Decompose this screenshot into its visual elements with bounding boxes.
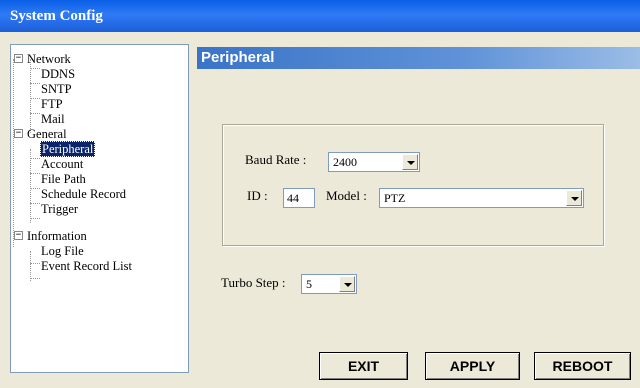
tree-item-account[interactable]: Account	[41, 157, 83, 171]
turbo-step-value: 5	[306, 277, 312, 291]
tree-connector	[30, 68, 40, 69]
tree-connector	[30, 173, 40, 174]
baud-rate-label: Baud Rate :	[245, 152, 307, 167]
tree-item-peripheral[interactable]: Peripheral	[40, 141, 96, 157]
exit-button[interactable]: EXIT	[319, 352, 408, 380]
apply-button[interactable]: APPLY	[425, 352, 520, 380]
tree-connector	[30, 113, 40, 114]
turbo-step-label: Turbo Step :	[221, 275, 286, 290]
tree-item-trigger[interactable]: Trigger	[41, 202, 78, 216]
tree-connector	[30, 263, 40, 264]
tree-item-log-file[interactable]: Log File	[41, 244, 84, 258]
tree-item-general[interactable]: General	[27, 127, 67, 141]
config-tree[interactable]: − Network DDNS SNTP FTP Mail − General P…	[10, 44, 189, 373]
title-bar[interactable]: System Config	[0, 0, 640, 32]
tree-item-schedule-record[interactable]: Schedule Record	[41, 187, 126, 201]
id-field[interactable]: 44	[283, 188, 315, 208]
reboot-button[interactable]: REBOOT	[534, 352, 631, 380]
chevron-down-icon[interactable]	[339, 276, 355, 292]
tree-item-ftp[interactable]: FTP	[41, 97, 63, 111]
collapse-icon[interactable]: −	[14, 129, 23, 138]
tree-item-event-record-list[interactable]: Event Record List	[41, 259, 132, 273]
baud-rate-select[interactable]: 2400	[328, 152, 420, 172]
model-select[interactable]: PTZ	[379, 188, 584, 208]
settings-group-box	[222, 124, 604, 246]
model-value: PTZ	[384, 191, 406, 205]
tree-connector	[30, 98, 40, 99]
tree-connector	[30, 149, 31, 223]
tree-item-sntp[interactable]: SNTP	[41, 82, 72, 96]
id-label: ID :	[247, 188, 268, 203]
tree-connector	[30, 203, 40, 204]
tree-connector	[30, 83, 40, 84]
window-title: System Config	[10, 8, 103, 24]
collapse-icon[interactable]: −	[14, 231, 23, 240]
chevron-down-icon[interactable]	[402, 154, 418, 170]
tree-item-information[interactable]: Information	[27, 229, 87, 243]
tree-item-mail[interactable]: Mail	[41, 112, 65, 126]
model-label: Model :	[326, 188, 367, 203]
tree-connector	[30, 158, 40, 159]
tree-connector	[13, 59, 14, 247]
tree-connector	[30, 188, 40, 189]
tree-item-file-path[interactable]: File Path	[41, 172, 86, 186]
panel-header: Peripheral	[197, 47, 640, 69]
collapse-icon[interactable]: −	[14, 54, 23, 63]
panel-title: Peripheral	[201, 49, 275, 66]
tree-connector	[30, 251, 31, 281]
tree-connector	[30, 218, 40, 219]
tree-connector	[30, 278, 40, 279]
turbo-step-select[interactable]: 5	[301, 274, 357, 294]
tree-item-network[interactable]: Network	[27, 52, 71, 66]
baud-rate-value: 2400	[333, 155, 357, 169]
chevron-down-icon[interactable]	[566, 190, 582, 206]
tree-connector	[30, 59, 31, 133]
tree-item-ddns[interactable]: DDNS	[41, 67, 75, 81]
